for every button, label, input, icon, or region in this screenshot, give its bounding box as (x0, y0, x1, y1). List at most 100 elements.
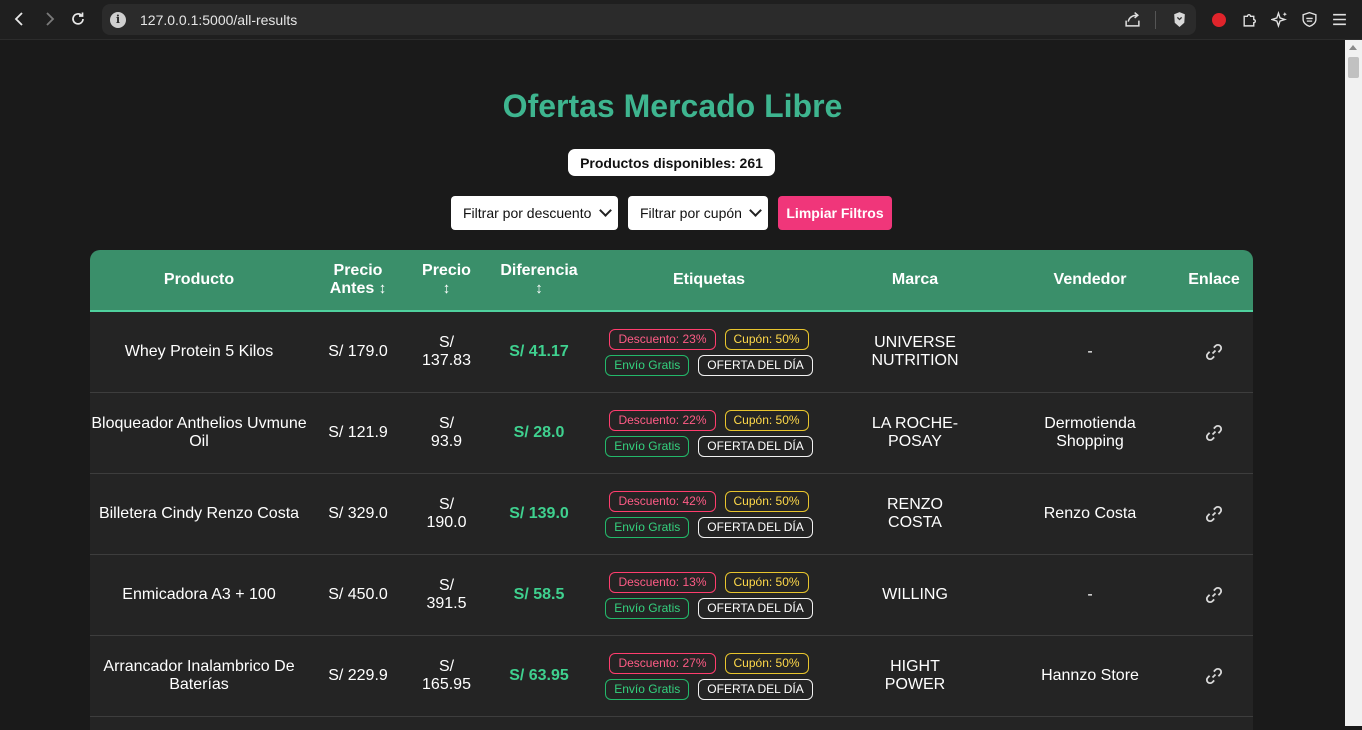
seller: Hannzo Store (1041, 667, 1139, 684)
menu-icon[interactable] (1330, 11, 1348, 29)
coupon-tag: Cupón: 50% (724, 571, 809, 593)
price-difference: S/ 41.17 (509, 343, 569, 360)
product-name: Enmicadora A3 + 100 (122, 586, 276, 603)
header-product: Producto (90, 250, 308, 310)
clear-filters-button[interactable]: Limpiar Filtros (778, 196, 892, 230)
site-info-icon[interactable]: i (110, 11, 126, 28)
header-tags: Etiquetas (593, 250, 825, 310)
address-bar[interactable]: i 127.0.0.1:5000/all-results (102, 4, 1196, 35)
discount-tag: Descuento: 13% (609, 571, 716, 593)
price-before: S/ 450.0 (328, 586, 388, 603)
chevron-down-icon (749, 204, 762, 217)
link-icon[interactable] (1175, 474, 1253, 554)
tags-cell: Descuento: 42% Cupón: 50% Envío Gratis OFER… (593, 474, 825, 554)
link-icon[interactable] (1175, 555, 1253, 635)
seller: Renzo Costa (1043, 505, 1137, 522)
product-name: Bloqueador Anthelios Uvmune Oil (91, 415, 307, 450)
seller: - (1087, 343, 1093, 360)
header-price-before-label: Precio (333, 262, 383, 279)
divider (1155, 10, 1156, 29)
header-price-before-label-2: Antes (329, 280, 375, 297)
coupon-tag: Cupón: 50% (724, 328, 809, 350)
seller: Dermotienda Shopping (1044, 415, 1136, 450)
header-link: Enlace (1175, 250, 1253, 310)
price-before: S/ 121.9 (328, 424, 388, 441)
discount-tag: Descuento: 27% (609, 652, 716, 674)
price-difference: S/ 63.95 (509, 667, 569, 684)
header-price[interactable]: Precio ↕ (408, 250, 485, 310)
coupon-filter-select[interactable]: Filtrar por cupón (628, 196, 768, 230)
discount-tag: Descuento: 22% (609, 409, 716, 431)
free-shipping-tag: Envío Gratis (605, 516, 690, 538)
discount-tag: Descuento: 42% (609, 490, 716, 512)
link-icon[interactable] (1175, 393, 1253, 473)
free-shipping-tag: Envío Gratis (605, 435, 690, 457)
brave-shield-icon[interactable] (1170, 11, 1188, 29)
price-current: S/ 137.83 (422, 334, 471, 369)
header-brand: Marca (825, 250, 1005, 310)
back-icon[interactable] (5, 4, 35, 34)
sort-icon[interactable]: ↕ (379, 280, 387, 297)
table-row: Whey Protein 5 Kilos S/ 179.0 S/ 137.83 S/ … (90, 312, 1253, 393)
link-icon[interactable] (1175, 636, 1253, 716)
price-current: S/ 165.95 (422, 658, 471, 693)
deal-of-day-tag: OFERTA DEL DÍA (698, 516, 813, 538)
coupon-tag: Cupón: 50% (724, 652, 809, 674)
header-link-label: Enlace (1188, 271, 1240, 288)
brand: RENZO COSTA (887, 496, 943, 531)
coupon-filter-value: Filtrar por cupón (640, 205, 742, 221)
discount-tag: Descuento: 23% (609, 328, 716, 350)
header-seller: Vendedor (1005, 250, 1175, 310)
ai-sparkle-icon[interactable] (1270, 11, 1288, 29)
header-tags-label: Etiquetas (672, 271, 745, 288)
vpn-shield-icon[interactable] (1300, 11, 1318, 29)
discount-filter-value: Filtrar por descuento (463, 205, 592, 221)
page-title: Ofertas Mercado Libre (502, 88, 843, 124)
price-current: S/ 391.5 (426, 577, 467, 612)
deal-of-day-tag: OFERTA DEL DÍA (698, 354, 813, 376)
extensions-icon[interactable] (1240, 11, 1258, 29)
forward-icon[interactable] (34, 4, 64, 34)
sort-icon[interactable]: ↕ (443, 280, 451, 298)
results-table: Producto Precio Antes ↕ Precio ↕ Diferen… (90, 250, 1253, 730)
product-count-badge: Productos disponibles: 261 (568, 149, 775, 176)
header-price-label: Precio (422, 262, 471, 279)
table-row: Bloqueador Anthelios Uvmune Oil S/ 121.9 S… (90, 393, 1253, 474)
page-scrollbar[interactable] (1345, 40, 1362, 726)
url-text[interactable]: 127.0.0.1:5000/all-results (140, 12, 297, 28)
browser-toolbar: i 127.0.0.1:5000/all-results (0, 0, 1362, 40)
header-seller-label: Vendedor (1053, 271, 1127, 288)
price-current: S/ 190.0 (426, 496, 467, 531)
product-name: Billetera Cindy Renzo Costa (98, 505, 300, 522)
product-name: Arrancador Inalambrico De Baterías (103, 658, 295, 693)
header-brand-label: Marca (891, 271, 939, 288)
coupon-tag: Cupón: 50% (724, 490, 809, 512)
header-price-before[interactable]: Precio Antes ↕ (308, 250, 408, 310)
price-before: S/ 179.0 (328, 343, 388, 360)
reload-icon[interactable] (63, 4, 93, 34)
header-difference-label: Diferencia (500, 262, 578, 279)
sort-icon[interactable]: ↕ (535, 280, 543, 298)
deal-of-day-tag: OFERTA DEL DÍA (698, 597, 813, 619)
scroll-up-arrow-icon[interactable] (1349, 45, 1357, 50)
seller: - (1087, 586, 1093, 603)
product-name: Whey Protein 5 Kilos (124, 343, 274, 360)
table-row: Billetera Cindy Renzo Costa S/ 329.0 S/ 19… (90, 474, 1253, 555)
link-icon[interactable] (1175, 312, 1253, 392)
free-shipping-tag: Envío Gratis (605, 678, 690, 700)
tags-cell: Descuento: 27% Cupón: 50% Envío Gratis OFER… (593, 636, 825, 716)
chevron-down-icon (599, 204, 612, 217)
scroll-thumb[interactable] (1348, 57, 1359, 78)
table-row: Enmicadora A3 + 100 S/ 450.0 S/ 391.5 S/ 58… (90, 555, 1253, 636)
share-icon[interactable] (1123, 11, 1141, 29)
price-difference: S/ 58.5 (513, 586, 565, 603)
header-difference[interactable]: Diferencia ↕ (485, 250, 593, 310)
deal-of-day-tag: OFERTA DEL DÍA (698, 435, 813, 457)
price-difference: S/ 139.0 (509, 505, 569, 522)
discount-filter-select[interactable]: Filtrar por descuento (451, 196, 618, 230)
brand: LA ROCHE-POSAY (871, 415, 959, 450)
deal-of-day-tag: OFERTA DEL DÍA (698, 678, 813, 700)
brand: HIGHT POWER (884, 658, 946, 693)
record-icon[interactable] (1210, 11, 1228, 29)
table-row: Arrancador Inalambrico De Baterías S/ 229… (90, 636, 1253, 717)
